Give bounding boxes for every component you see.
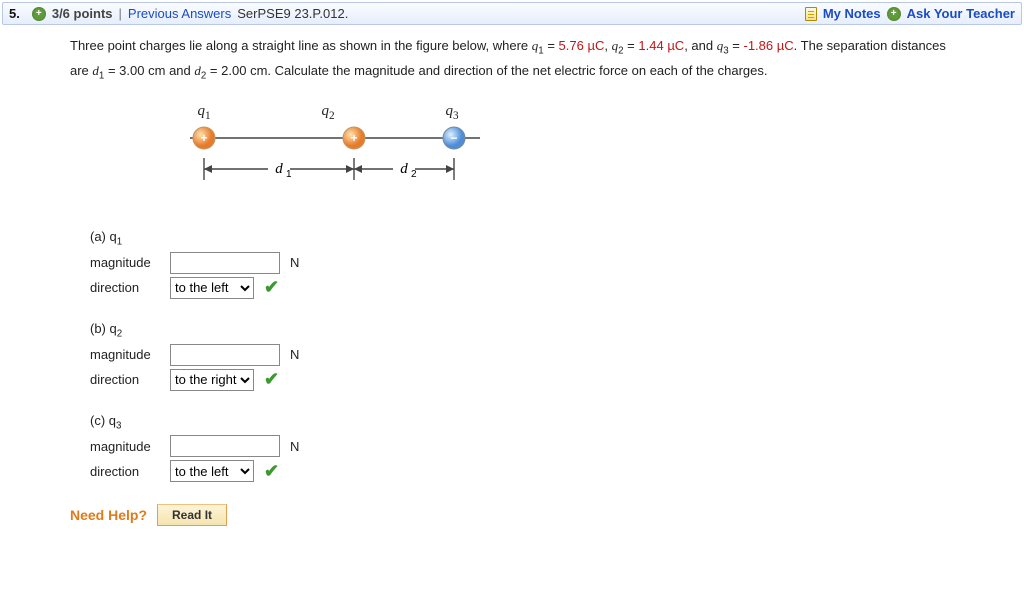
unit-n: N [290,439,299,454]
unit-n: N [290,255,299,270]
svg-text:+: + [200,131,207,145]
magnitude-label: magnitude [90,439,160,454]
expand-icon[interactable]: + [32,7,46,21]
magnitude-input-b[interactable] [170,344,280,366]
need-help-label: Need Help? [70,507,147,523]
direction-select-b[interactable]: to the right to the left [170,369,254,391]
my-notes-link[interactable]: My Notes [823,6,881,21]
d1-value: 3.00 [119,63,144,78]
direction-select-a[interactable]: to the left to the right [170,277,254,299]
direction-label: direction [90,464,160,479]
read-it-button[interactable]: Read It [157,504,227,526]
points: 3/6 points [52,6,113,21]
magnitude-label: magnitude [90,255,160,270]
part-a-title: (a) q1 [90,229,948,248]
problem-statement: Three point charges lie along a straight… [70,35,948,85]
svg-text:1: 1 [286,169,292,180]
q2-value: 1.44 [638,38,663,53]
question-number: 5. [9,6,20,21]
q1-value: 5.76 [559,38,584,53]
svg-text:d: d [400,161,408,177]
svg-text:2: 2 [411,169,417,180]
text: . Calculate the magnitude and direction … [267,63,767,78]
cm: cm [250,63,267,78]
cm: cm [148,63,165,78]
direction-label: direction [90,280,160,295]
direction-select-c[interactable]: to the left to the right [170,460,254,482]
part-b-title: (b) q2 [90,321,948,340]
need-help: Need Help? Read It [70,504,948,526]
check-icon: ✔ [264,461,279,482]
check-icon: ✔ [264,369,279,390]
magnitude-input-c[interactable] [170,435,280,457]
question-header: 5. + 3/6 points | Previous Answers SerPS… [2,2,1022,25]
unit: µC [587,38,604,53]
ask-teacher-link[interactable]: Ask Your Teacher [907,6,1015,21]
magnitude-label: magnitude [90,347,160,362]
assignment-code: SerPSE9 23.P.012. [237,6,348,21]
text: Three point charges lie along a straight… [70,38,532,53]
svg-text:d: d [275,161,283,177]
direction-label: direction [90,372,160,387]
svg-text:−: − [450,131,457,145]
unit-n: N [290,347,299,362]
q3-value: -1.86 [744,38,774,53]
problem-content: Three point charges lie along a straight… [0,27,960,544]
part-a: (a) q1 magnitude N direction to the left… [90,229,948,299]
part-b: (b) q2 magnitude N direction to the righ… [90,321,948,391]
unit: µC [667,38,684,53]
notes-icon [805,7,817,21]
plus-icon: + [887,7,901,21]
svg-text:+: + [350,131,357,145]
previous-answers-link[interactable]: Previous Answers [128,6,231,21]
part-c: (c) q3 magnitude N direction to the left… [90,413,948,483]
figure: q1 q2 q3 + + − [190,103,948,205]
part-c-title: (c) q3 [90,413,948,432]
unit: µC [777,38,794,53]
d2-value: 2.00 [221,63,246,78]
magnitude-input-a[interactable] [170,252,280,274]
check-icon: ✔ [264,277,279,298]
separator: | [119,6,122,21]
